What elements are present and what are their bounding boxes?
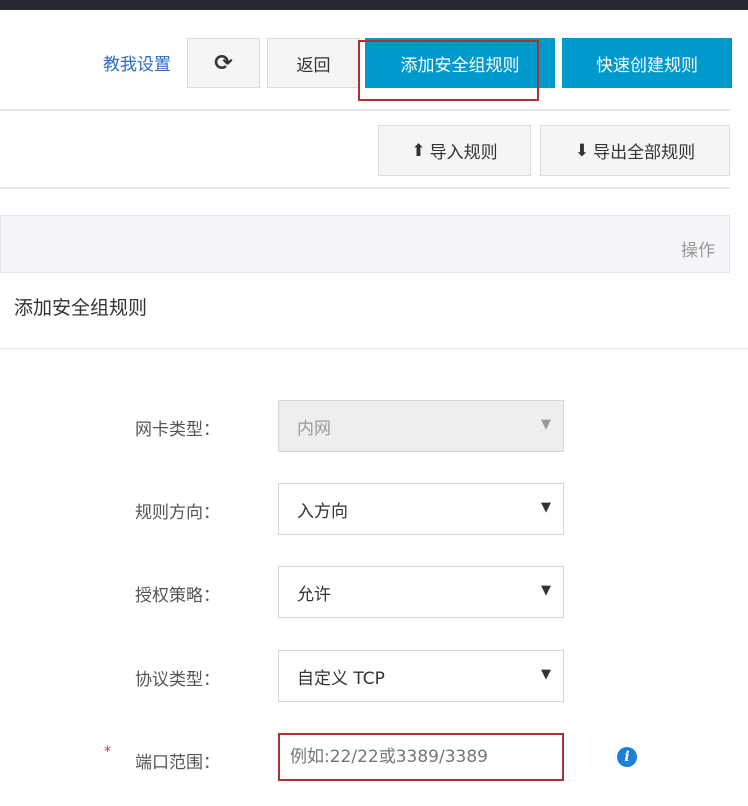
help-link[interactable]: 教我设置	[103, 50, 171, 75]
port-range-label: 端口范围：	[135, 753, 220, 773]
chevron-down-icon: ▼	[541, 583, 551, 598]
import-rules-button[interactable]: ⬆ 导入规则	[378, 125, 531, 176]
protocol-value: 自定义 TCP	[297, 668, 385, 689]
dialog-divider	[0, 348, 748, 349]
download-icon: ⬇	[574, 140, 590, 161]
chevron-down-icon: ▼	[541, 667, 551, 682]
info-icon[interactable]: i	[617, 747, 637, 767]
highlight-box	[358, 40, 539, 101]
policy-value: 允许	[297, 584, 331, 605]
divider	[0, 109, 730, 111]
policy-label: 授权策略：	[135, 586, 220, 606]
top-bar	[0, 0, 748, 10]
refresh-icon: ⟳	[214, 50, 233, 76]
direction-value: 入方向	[297, 501, 348, 522]
dialog-title: 添加安全组规则	[14, 297, 148, 319]
table-header: 操作	[0, 215, 730, 273]
direction-label: 规则方向：	[135, 503, 220, 523]
upload-icon: ⬆	[411, 140, 426, 161]
policy-select[interactable]: 允许 ▼	[278, 566, 564, 618]
protocol-select[interactable]: 自定义 TCP ▼	[278, 650, 564, 702]
chevron-down-icon: ▼	[541, 500, 551, 515]
import-label: 导入规则	[429, 143, 498, 163]
port-range-input[interactable]	[278, 733, 564, 781]
direction-select[interactable]: 入方向 ▼	[278, 483, 564, 535]
divider	[0, 187, 730, 189]
protocol-label: 协议类型：	[135, 670, 220, 690]
quick-create-button[interactable]: 快速创建规则	[562, 38, 732, 88]
nic-type-select: 内网 ▼	[278, 400, 564, 452]
export-label: 导出全部规则	[593, 143, 696, 163]
nic-type-value: 内网	[297, 418, 331, 439]
chevron-down-icon: ▼	[541, 417, 551, 432]
nic-type-label: 网卡类型：	[135, 420, 220, 440]
refresh-button[interactable]: ⟳	[187, 38, 260, 88]
column-action: 操作	[681, 241, 715, 261]
export-rules-button[interactable]: ⬇ 导出全部规则	[540, 125, 730, 176]
back-button[interactable]: 返回	[267, 38, 360, 88]
